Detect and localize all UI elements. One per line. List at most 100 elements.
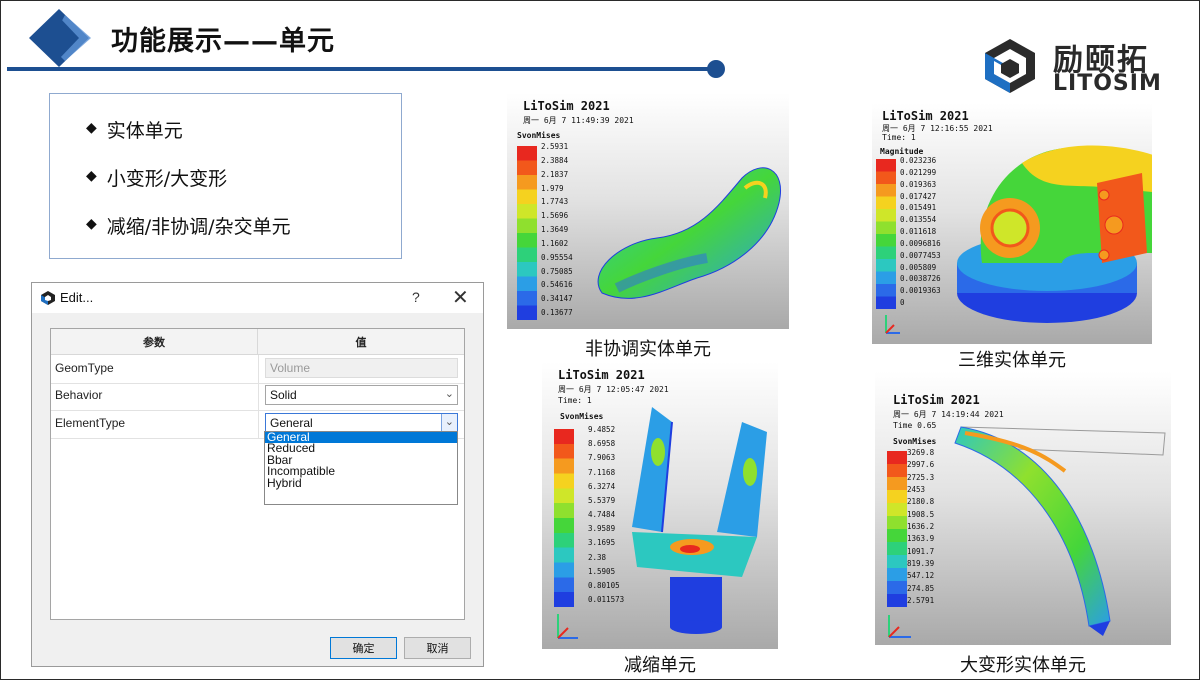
app-icon <box>40 290 56 306</box>
bullet-diamond-icon: ◆ <box>86 168 97 184</box>
row-label-elementtype: ElementType <box>55 416 126 430</box>
cancel-button[interactable]: 取消 <box>404 637 471 659</box>
bullet-diamond-icon: ◆ <box>86 120 97 136</box>
legend-tick-label: 0.013554 <box>900 215 937 225</box>
column-header-param: 参数 <box>51 329 258 355</box>
legend-tick-label: 2.5931 <box>541 142 569 151</box>
legend-tick-label: 7.9063 <box>588 453 616 463</box>
legend-tick-label: 0.015491 <box>900 203 937 213</box>
legend-tick-label: 0.13677 <box>541 308 573 317</box>
behavior-select[interactable]: Solid ⌄ <box>265 385 458 405</box>
legend-tick-label: 2725.3 <box>907 472 935 482</box>
sim-variable-label: SvonMises <box>893 437 937 446</box>
caption-incompatible: 非协调实体单元 <box>585 339 711 360</box>
bullet-diamond-icon: ◆ <box>86 216 97 232</box>
sim-time: Time: 1 <box>882 133 916 142</box>
sim-variable-label: SvonMises <box>517 131 561 140</box>
legend-tick-label: 5.5379 <box>588 495 616 505</box>
row-label-geomtype: GeomType <box>55 361 114 375</box>
legend-tick-label: 1091.7 <box>907 546 935 556</box>
litosim-logo-icon <box>981 37 1039 95</box>
row-label-behavior: Behavior <box>55 388 103 402</box>
bullet-item: ◆ 实体单元 <box>86 120 183 142</box>
title-underline-dot <box>707 60 725 78</box>
caption-reduced: 减缩单元 <box>624 655 696 676</box>
legend-tick-label: 3.9589 <box>588 524 616 534</box>
legend-tick-label: 1.979 <box>541 183 564 193</box>
legend-tick-label: 0.75085 <box>541 266 573 276</box>
legend-tick-label: 547.12 <box>907 571 935 581</box>
legend-tick-label: 2453 <box>907 485 926 494</box>
sim-panel-reduced: LiToSim 2021 周一 6月 7 12:05:47 2021 Time:… <box>542 362 778 649</box>
legend-tick-label: 0.011618 <box>900 227 937 236</box>
legend-tick-label: 2997.6 <box>907 460 935 470</box>
legend-tick-label: 6.3274 <box>588 481 616 491</box>
clevis-model <box>632 407 767 634</box>
axis-triad-icon <box>885 315 900 334</box>
color-legend-bar <box>517 146 537 320</box>
color-legend-bar <box>554 429 574 607</box>
legend-tick-label: 1.5696 <box>541 211 569 221</box>
legend-tick-label: 1636.2 <box>907 522 935 531</box>
ok-button[interactable]: 确定 <box>330 637 397 659</box>
legend-tick-label: 1.7743 <box>541 197 569 207</box>
close-button[interactable]: ✕ <box>452 285 469 310</box>
sim-variable-label: SvonMises <box>560 412 604 421</box>
sim-title: LiToSim 2021 <box>523 99 610 113</box>
legend-tick-label: 2.38 <box>588 552 607 562</box>
column-divider <box>258 355 259 439</box>
legend-tick-label: 0.80105 <box>588 580 620 590</box>
edit-dialog: Edit... ? ✕ 参数 值 GeomType Volume Behavio… <box>31 282 484 667</box>
dialog-titlebar: Edit... ? ✕ <box>32 283 483 313</box>
legend-tick-label: 2.5791 <box>907 596 935 605</box>
title-diamond-icon <box>19 7 99 69</box>
color-legend-bar <box>887 451 907 607</box>
axis-triad-icon <box>888 615 911 638</box>
sim-timestamp: 周一 6月 7 14:19:44 2021 <box>893 410 1004 419</box>
legend-tick-label: 9.4852 <box>588 425 616 434</box>
sim-variable-label: Magnitude <box>880 147 924 156</box>
dropdown-option-reduced[interactable]: Reduced <box>265 442 457 454</box>
sim-timestamp: 周一 6月 7 12:05:47 2021 <box>558 385 669 394</box>
sim-time: Time 0.65 <box>893 421 937 430</box>
page-title: 功能展示——单元 <box>111 26 335 57</box>
legend-tick-label: 0.34147 <box>541 294 573 304</box>
sim-title: LiToSim 2021 <box>558 368 645 382</box>
column-header-value: 值 <box>258 329 464 355</box>
sim-title: LiToSim 2021 <box>893 393 980 407</box>
legend-tick-label: 0.0038726 <box>900 274 941 284</box>
chevron-down-icon: ⌄ <box>444 388 454 400</box>
legend-tick-label: 0.023236 <box>900 156 937 165</box>
caption-3d-solid: 三维实体单元 <box>958 350 1066 371</box>
slide: 功能展示——单元 励颐拓 LITOSIM ◆ 实体单元 ◆ 小变形/大变形 ◆ 减缩/… <box>0 0 1200 680</box>
feature-bullet-list: ◆ 实体单元 ◆ 小变形/大变形 ◆ 减缩/非协调/杂交单元 <box>49 93 402 259</box>
elementtype-dropdown-list: General Reduced Bbar Incompatible Hybrid <box>264 431 458 505</box>
logo-english-text: LITOSIM <box>1053 71 1162 96</box>
legend-tick-label: 1.1602 <box>541 238 569 248</box>
legend-tick-label: 2180.8 <box>907 497 935 507</box>
axis-triad-icon <box>557 614 578 639</box>
legend-tick-label: 0.017427 <box>900 191 937 201</box>
legend-tick-label: 0.0077453 <box>900 250 941 260</box>
sim-panel-incompatible: LiToSim 2021 周一 6月 7 11:49:39 2021 SvonM… <box>507 93 789 329</box>
sim-panel-3d-solid: LiToSim 2021 周一 6月 7 12:16:55 2021 Time:… <box>872 103 1152 344</box>
legend-tick-label: 0.019363 <box>900 179 937 189</box>
sim-panel-large-deformation: LiToSim 2021 周一 6月 7 14:19:44 2021 Time … <box>875 371 1171 645</box>
chevron-down-icon: ⌄ <box>444 416 454 428</box>
dialog-title: Edit... <box>60 290 94 305</box>
sim-timestamp: 周一 6月 7 11:49:39 2021 <box>523 116 634 125</box>
legend-tick-label: 1363.9 <box>907 534 935 544</box>
legend-tick-label: 4.7484 <box>588 510 616 519</box>
dropdown-option-hybrid[interactable]: Hybrid <box>265 476 457 489</box>
legend-tick-label: 0.005809 <box>900 262 937 272</box>
caption-large-deformation: 大变形实体单元 <box>960 655 1086 676</box>
legend-tick-label: 8.6958 <box>588 439 616 449</box>
help-button[interactable]: ? <box>412 289 420 305</box>
geomtype-field: Volume <box>265 358 458 378</box>
bullet-item: ◆ 小变形/大变形 <box>86 168 228 190</box>
legend-tick-label: 0.021299 <box>900 167 937 177</box>
row-divider <box>51 410 464 411</box>
sim-title: LiToSim 2021 <box>882 109 969 123</box>
sim-time: Time: 1 <box>558 396 592 405</box>
legend-tick-label: 0.0096816 <box>900 238 941 248</box>
